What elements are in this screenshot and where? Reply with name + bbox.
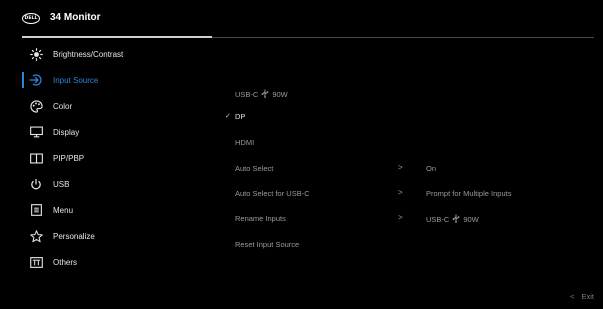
input-option-label: USB-C <box>235 89 259 99</box>
usb-glyph-icon <box>261 89 269 100</box>
chevron-right-icon: > <box>398 188 403 197</box>
menu-icon <box>29 203 43 217</box>
setting-label: Auto Select <box>235 163 274 173</box>
usb-power-icon <box>29 177 43 191</box>
osd-title: 34 Monitor <box>50 12 101 23</box>
setting-label: Auto Select for USB-C <box>235 188 310 198</box>
brightness-icon <box>29 47 43 61</box>
active-indicator <box>22 72 24 88</box>
exit-label: Exit <box>581 292 594 301</box>
sidebar-item-usb[interactable]: USB <box>22 172 212 196</box>
rename-inputs-item[interactable]: Rename Inputs <box>235 210 286 226</box>
sidebar-item-label: USB <box>53 179 70 189</box>
auto-select-item[interactable]: Auto Select <box>235 160 273 176</box>
color-palette-icon <box>29 99 43 113</box>
check-icon: ✓ <box>225 113 231 120</box>
sidebar-item-brightness-contrast[interactable]: Brightness/Contrast <box>22 42 212 66</box>
sidebar-item-label: Others <box>53 257 78 267</box>
input-option-usb-c[interactable]: USB-C 90W <box>235 86 288 102</box>
sidebar-item-color[interactable]: Color <box>22 94 212 118</box>
usb-glyph-icon <box>452 214 460 225</box>
sidebar-item-label: PIP/PBP <box>53 153 85 163</box>
osd-header: DELL 34 Monitor <box>0 0 603 36</box>
others-icon <box>29 255 43 269</box>
input-option-hdmi[interactable]: HDMI <box>235 134 254 150</box>
auto-select-usb-c-value: Prompt for Multiple Inputs <box>426 189 512 198</box>
sidebar-item-menu[interactable]: Menu <box>22 198 212 222</box>
input-option-label: HDMI <box>235 137 255 147</box>
reset-input-source-item[interactable]: Reset Input Source <box>235 236 299 252</box>
input-option-suffix: 90W <box>272 89 288 99</box>
chevron-right-icon: > <box>398 213 403 222</box>
sidebar-item-display[interactable]: Display <box>22 120 212 144</box>
header-divider-highlight <box>22 36 212 38</box>
sidebar-item-personalize[interactable]: Personalize <box>22 224 212 248</box>
rename-value-prefix: USB-C <box>426 215 450 224</box>
sidebar-item-label: Personalize <box>53 231 95 241</box>
reset-label: Reset Input Source <box>235 239 300 249</box>
input-option-dp[interactable]: DP <box>235 108 245 124</box>
input-source-icon <box>29 73 43 87</box>
setting-label: Rename Inputs <box>235 213 286 223</box>
star-icon <box>29 229 43 243</box>
rename-inputs-value: USB-C 90W <box>426 214 479 225</box>
dell-logo-text: DELL <box>24 16 38 21</box>
sidebar-item-label: Color <box>53 101 73 111</box>
sidebar-item-label: Brightness/Contrast <box>53 49 124 59</box>
sidebar-item-label: Menu <box>53 205 74 215</box>
chevron-right-icon: > <box>398 163 403 172</box>
rename-value-suffix: 90W <box>463 215 479 224</box>
sidebar-item-others[interactable]: Others <box>22 250 212 274</box>
display-icon <box>29 125 43 139</box>
sidebar-item-input-source[interactable]: Input Source <box>22 68 212 92</box>
pip-pbp-icon <box>29 151 43 165</box>
chevron-left-icon: < <box>570 292 575 301</box>
dell-logo: DELL <box>22 13 40 24</box>
auto-select-value: On <box>426 164 437 173</box>
exit-button[interactable]: < Exit <box>570 292 594 301</box>
sidebar-item-label: Input Source <box>53 75 99 85</box>
sidebar-item-pip-pbp[interactable]: PIP/PBP <box>22 146 212 170</box>
monitor-osd: DELL 34 Monitor Brightness/Contrast Inpu… <box>0 0 603 309</box>
input-option-label: DP <box>235 111 246 121</box>
sidebar-item-label: Display <box>53 127 80 137</box>
auto-select-usb-c-item[interactable]: Auto Select for USB-C <box>235 185 310 201</box>
